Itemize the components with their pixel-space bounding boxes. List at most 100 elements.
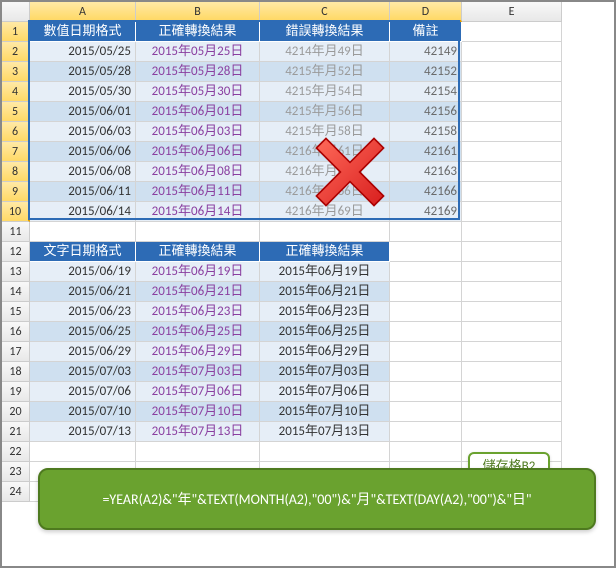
cell-C9[interactable]: 4216年月66日 (260, 182, 390, 202)
cell-D15[interactable] (390, 302, 462, 322)
cell-B19[interactable]: 2015年07月06日 (136, 382, 260, 402)
cell-C21[interactable]: 2015年07月13日 (260, 422, 390, 442)
row-header-13[interactable]: 13 (2, 262, 30, 282)
row-header-4[interactable]: 4 (2, 82, 30, 102)
cell-E4[interactable] (462, 82, 562, 102)
row-header-8[interactable]: 8 (2, 162, 30, 182)
cell-A12[interactable]: 文字日期格式 (30, 242, 136, 262)
row-header-6[interactable]: 6 (2, 122, 30, 142)
col-header-B[interactable]: B (136, 2, 260, 22)
cell-B22[interactable] (136, 442, 260, 462)
cell-B4[interactable]: 2015年05月30日 (136, 82, 260, 102)
cell-B1[interactable]: 正確轉換結果 (136, 22, 260, 42)
cell-A21[interactable]: 2015/07/13 (30, 422, 136, 442)
cell-E13[interactable] (462, 262, 562, 282)
col-header-A[interactable]: A (30, 2, 136, 22)
cell-A17[interactable]: 2015/06/29 (30, 342, 136, 362)
cell-D19[interactable] (390, 382, 462, 402)
cell-A5[interactable]: 2015/06/01 (30, 102, 136, 122)
row-header-5[interactable]: 5 (2, 102, 30, 122)
cell-A2[interactable]: 2015/05/25 (30, 42, 136, 62)
cell-E10[interactable] (462, 202, 562, 222)
cell-B11[interactable] (136, 222, 260, 242)
cell-A22[interactable] (30, 442, 136, 462)
cell-B13[interactable]: 2015年06月19日 (136, 262, 260, 282)
row-header-18[interactable]: 18 (2, 362, 30, 382)
cell-B7[interactable]: 2015年06月06日 (136, 142, 260, 162)
select-all-corner[interactable] (2, 2, 30, 22)
row-header-21[interactable]: 21 (2, 422, 30, 442)
cell-B16[interactable]: 2015年06月25日 (136, 322, 260, 342)
cell-E1[interactable] (462, 22, 562, 42)
cell-A16[interactable]: 2015/06/25 (30, 322, 136, 342)
cell-D17[interactable] (390, 342, 462, 362)
cell-E5[interactable] (462, 102, 562, 122)
cell-D10[interactable]: 42169 (390, 202, 462, 222)
cell-C1[interactable]: 錯誤轉換結果 (260, 22, 390, 42)
cell-C18[interactable]: 2015年07月03日 (260, 362, 390, 382)
cell-D14[interactable] (390, 282, 462, 302)
cell-A4[interactable]: 2015/05/30 (30, 82, 136, 102)
cell-C20[interactable]: 2015年07月10日 (260, 402, 390, 422)
row-header-3[interactable]: 3 (2, 62, 30, 82)
cell-B8[interactable]: 2015年06月08日 (136, 162, 260, 182)
cell-D2[interactable]: 42149 (390, 42, 462, 62)
cell-A9[interactable]: 2015/06/11 (30, 182, 136, 202)
cell-D8[interactable]: 42163 (390, 162, 462, 182)
cell-B6[interactable]: 2015年06月03日 (136, 122, 260, 142)
cell-E19[interactable] (462, 382, 562, 402)
cell-E16[interactable] (462, 322, 562, 342)
cell-C8[interactable]: 4216年月63日 (260, 162, 390, 182)
cell-D6[interactable]: 42158 (390, 122, 462, 142)
cell-B20[interactable]: 2015年07月10日 (136, 402, 260, 422)
cell-A19[interactable]: 2015/07/06 (30, 382, 136, 402)
cell-B3[interactable]: 2015年05月28日 (136, 62, 260, 82)
col-header-E[interactable]: E (462, 2, 562, 22)
cell-E18[interactable] (462, 362, 562, 382)
row-header-22[interactable]: 22 (2, 442, 30, 462)
cell-A14[interactable]: 2015/06/21 (30, 282, 136, 302)
row-header-19[interactable]: 19 (2, 382, 30, 402)
cell-D11[interactable] (390, 222, 462, 242)
row-header-23[interactable]: 23 (2, 462, 30, 482)
cell-B18[interactable]: 2015年07月03日 (136, 362, 260, 382)
cell-A15[interactable]: 2015/06/23 (30, 302, 136, 322)
cell-C17[interactable]: 2015年06月29日 (260, 342, 390, 362)
row-header-2[interactable]: 2 (2, 42, 30, 62)
cell-A13[interactable]: 2015/06/19 (30, 262, 136, 282)
cell-C15[interactable]: 2015年06月23日 (260, 302, 390, 322)
cell-B17[interactable]: 2015年06月29日 (136, 342, 260, 362)
cell-C10[interactable]: 4216年月69日 (260, 202, 390, 222)
cell-D3[interactable]: 42152 (390, 62, 462, 82)
cell-B10[interactable]: 2015年06月14日 (136, 202, 260, 222)
cell-A20[interactable]: 2015/07/10 (30, 402, 136, 422)
cell-C6[interactable]: 4215年月58日 (260, 122, 390, 142)
row-header-9[interactable]: 9 (2, 182, 30, 202)
cell-A11[interactable] (30, 222, 136, 242)
cell-A7[interactable]: 2015/06/06 (30, 142, 136, 162)
cell-D1[interactable]: 備註 (390, 22, 462, 42)
cell-E17[interactable] (462, 342, 562, 362)
cell-E2[interactable] (462, 42, 562, 62)
cell-E15[interactable] (462, 302, 562, 322)
cell-C11[interactable] (260, 222, 390, 242)
cell-A18[interactable]: 2015/07/03 (30, 362, 136, 382)
cell-A3[interactable]: 2015/05/28 (30, 62, 136, 82)
cell-C19[interactable]: 2015年07月06日 (260, 382, 390, 402)
cell-E11[interactable] (462, 222, 562, 242)
cell-E9[interactable] (462, 182, 562, 202)
spreadsheet-grid[interactable]: ABCDE1數值日期格式正確轉換結果錯誤轉換結果備註22015/05/25201… (2, 2, 614, 502)
cell-C5[interactable]: 4215年月56日 (260, 102, 390, 122)
cell-A8[interactable]: 2015/06/08 (30, 162, 136, 182)
cell-E6[interactable] (462, 122, 562, 142)
row-header-24[interactable]: 24 (2, 482, 30, 502)
cell-B5[interactable]: 2015年06月01日 (136, 102, 260, 122)
cell-B14[interactable]: 2015年06月21日 (136, 282, 260, 302)
col-header-C[interactable]: C (260, 2, 390, 22)
cell-A10[interactable]: 2015/06/14 (30, 202, 136, 222)
cell-B21[interactable]: 2015年07月13日 (136, 422, 260, 442)
cell-C14[interactable]: 2015年06月21日 (260, 282, 390, 302)
row-header-20[interactable]: 20 (2, 402, 30, 422)
cell-B12[interactable]: 正確轉換結果 (136, 242, 260, 262)
cell-D20[interactable] (390, 402, 462, 422)
